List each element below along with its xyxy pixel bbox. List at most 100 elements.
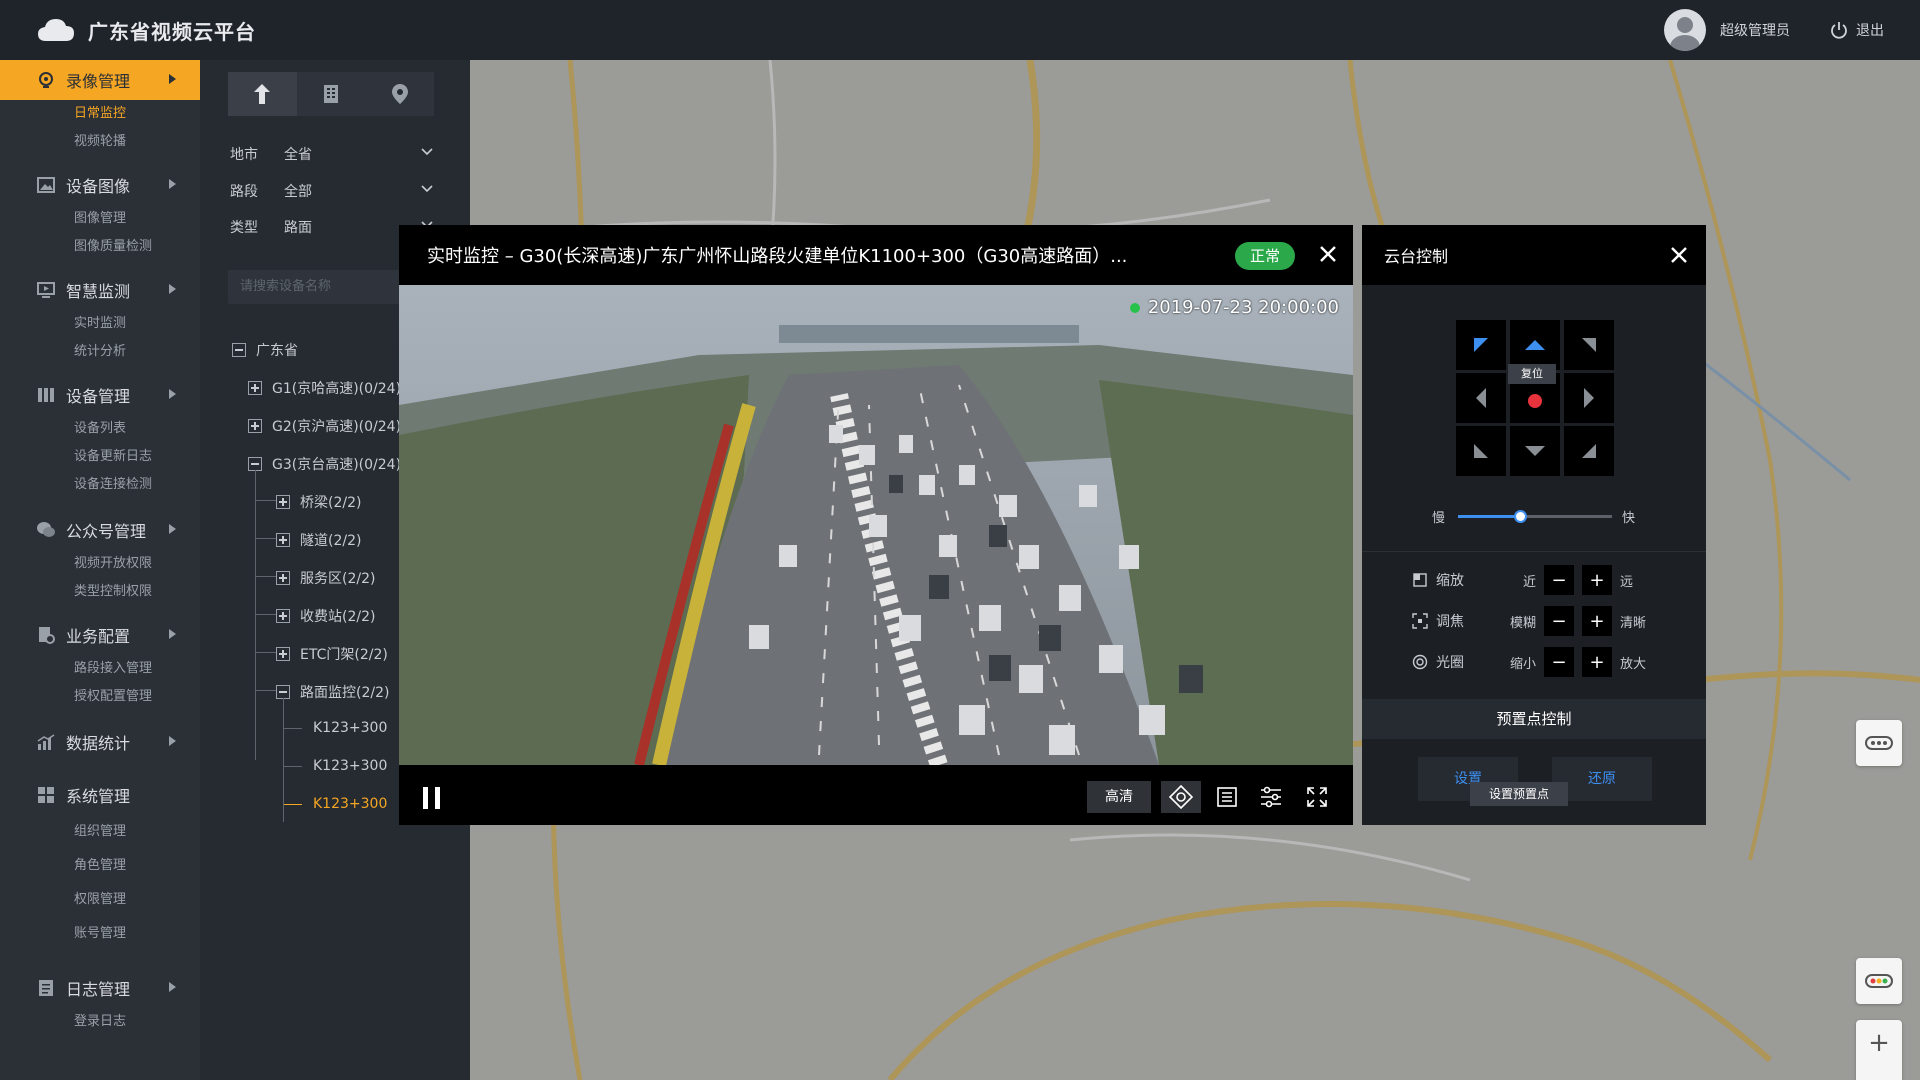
settings-button[interactable] <box>1251 781 1291 813</box>
road-sign-icon <box>254 84 271 104</box>
focus-minus-button[interactable]: − <box>1544 606 1574 636</box>
tab-location[interactable] <box>365 72 434 116</box>
nav-image-quality[interactable]: 图像质量检测 <box>0 233 200 261</box>
expand-icon[interactable] <box>248 419 262 433</box>
nav-business-config[interactable]: 业务配置 <box>0 615 200 655</box>
tree-bridge[interactable]: 桥梁(2/2) <box>276 492 361 512</box>
nav-video-carousel[interactable]: 视频轮播 <box>0 128 200 156</box>
expand-icon[interactable] <box>276 609 290 623</box>
ptz-down-left-button[interactable] <box>1456 426 1506 476</box>
nav-org-manage[interactable]: 组织管理 <box>0 815 200 849</box>
camera-icon <box>36 70 56 90</box>
ptz-toggle-button[interactable] <box>1161 781 1201 813</box>
expand-icon[interactable] <box>248 381 262 395</box>
top-bar: 广东省视频云平台 超级管理员 退出 <box>0 0 1920 60</box>
collapse-icon[interactable] <box>248 457 262 471</box>
nav-device-manage[interactable]: 设备管理 <box>0 375 200 415</box>
tree-toll-station[interactable]: 收费站(2/2) <box>276 606 375 626</box>
tree-road-monitor[interactable]: 路面监控(2/2) <box>276 682 389 702</box>
nav-type-control-permission[interactable]: 类型控制权限 <box>0 578 200 606</box>
zoom-plus-button[interactable]: + <box>1582 565 1612 595</box>
device-icon <box>36 385 56 405</box>
expand-icon[interactable] <box>276 647 290 661</box>
avatar[interactable] <box>1664 9 1706 51</box>
tree-tunnel[interactable]: 隧道(2/2) <box>276 530 361 550</box>
nav-device-list[interactable]: 设备列表 <box>0 415 200 443</box>
filter-city[interactable]: 地市 全省 <box>230 144 434 164</box>
tree-leaf[interactable]: K123+300 <box>313 758 387 774</box>
nav-realtime-monitor[interactable]: 实时监测 <box>0 310 200 338</box>
arrow-down-icon <box>1525 446 1545 456</box>
collapse-icon[interactable] <box>232 343 246 357</box>
nav-recording[interactable]: 录像管理 <box>0 60 200 100</box>
tree-etc-gantry[interactable]: ETC门架(2/2) <box>276 644 388 664</box>
nav-data-stats[interactable]: 数据统计 <box>0 722 200 762</box>
tree-road-g3[interactable]: G3(京台高速)(0/24) <box>248 454 401 474</box>
nav-stat-analysis[interactable]: 统计分析 <box>0 338 200 366</box>
ptz-left-button[interactable] <box>1456 373 1506 423</box>
tree-service-area[interactable]: 服务区(2/2) <box>276 568 375 588</box>
tree-root[interactable]: 广东省 <box>232 340 298 360</box>
lens-iris-row: 光圈 缩小 − + 放大 <box>1412 647 1672 677</box>
nav-image-manage[interactable]: 图像管理 <box>0 205 200 233</box>
sidebar: 录像管理 日常监控 视频轮播 设备图像 图像管理 图像质量检测 智慧监测 实时监… <box>0 60 200 1080</box>
nav-device-connection[interactable]: 设备连接检测 <box>0 471 200 499</box>
list-button[interactable] <box>1207 781 1247 813</box>
zoom-in-button[interactable]: + <box>1856 1020 1902 1066</box>
expand-icon[interactable] <box>276 533 290 547</box>
nav-smart-monitor[interactable]: 智慧监测 <box>0 270 200 310</box>
expand-icon[interactable] <box>276 495 290 509</box>
nav-log-manage[interactable]: 日志管理 <box>0 968 200 1008</box>
ptz-down-right-button[interactable] <box>1564 426 1614 476</box>
quality-button[interactable]: 高清 <box>1087 781 1151 813</box>
iris-plus-button[interactable]: + <box>1582 647 1612 677</box>
nav-auth-config[interactable]: 授权配置管理 <box>0 683 200 711</box>
zoom-minus-button[interactable]: − <box>1544 565 1574 595</box>
close-icon[interactable] <box>1317 243 1339 265</box>
ptz-up-button[interactable] <box>1510 320 1560 370</box>
iris-shrink-label: 缩小 <box>1509 656 1536 672</box>
tab-building[interactable] <box>297 72 366 116</box>
map-layer-button[interactable] <box>1856 720 1902 766</box>
zoom-out-button[interactable]: − <box>1856 1066 1902 1080</box>
nav-device-image[interactable]: 设备图像 <box>0 165 200 205</box>
logout-button[interactable]: 退出 <box>1830 20 1884 40</box>
tab-road[interactable] <box>228 72 297 116</box>
tree-leaf-selected[interactable]: K123+300 <box>313 796 387 812</box>
speed-track[interactable] <box>1458 510 1612 523</box>
zoom-near-label: 近 <box>1522 574 1536 590</box>
ptz-down-button[interactable] <box>1510 426 1560 476</box>
focus-plus-button[interactable]: + <box>1582 606 1612 636</box>
speed-handle[interactable] <box>1513 510 1527 523</box>
tree-road-g1[interactable]: G1(京哈高速)(0/24) <box>248 378 401 398</box>
collapse-icon[interactable] <box>276 685 290 699</box>
close-icon[interactable] <box>1668 244 1690 266</box>
nav-daily-monitor[interactable]: 日常监控 <box>0 100 200 128</box>
nav-permission-manage[interactable]: 权限管理 <box>0 883 200 917</box>
tree-connector <box>255 470 256 760</box>
nav-account-manage[interactable]: 账号管理 <box>0 917 200 951</box>
tree-leaf[interactable]: K123+300 <box>313 720 387 736</box>
filter-type-value: 路面 <box>284 220 312 236</box>
fullscreen-button[interactable] <box>1297 781 1337 813</box>
tree-road-g2[interactable]: G2(京沪高速)(0/24) <box>248 416 401 436</box>
list-icon <box>1217 787 1237 807</box>
nav-device-update-log[interactable]: 设备更新日志 <box>0 443 200 471</box>
user-name[interactable]: 超级管理员 <box>1720 20 1790 40</box>
nav-road-access[interactable]: 路段接入管理 <box>0 655 200 683</box>
nav-system-manage[interactable]: 系统管理 <box>0 775 200 815</box>
ptz-up-left-button[interactable] <box>1456 320 1506 370</box>
filter-road[interactable]: 路段 全部 <box>230 181 434 201</box>
nav-role-manage[interactable]: 角色管理 <box>0 849 200 883</box>
video-stream[interactable]: 2019-07-23 20:00:00 <box>399 285 1353 765</box>
nav-login-log[interactable]: 登录日志 <box>0 1008 200 1036</box>
nav-video-open-permission[interactable]: 视频开放权限 <box>0 550 200 578</box>
pause-icon[interactable] <box>423 787 443 809</box>
ptz-right-button[interactable] <box>1564 373 1614 423</box>
map-traffic-button[interactable] <box>1856 958 1902 1004</box>
expand-icon[interactable] <box>276 571 290 585</box>
chart-icon <box>36 732 56 752</box>
nav-public-account[interactable]: 公众号管理 <box>0 510 200 550</box>
iris-minus-button[interactable]: − <box>1544 647 1574 677</box>
ptz-up-right-button[interactable] <box>1564 320 1614 370</box>
